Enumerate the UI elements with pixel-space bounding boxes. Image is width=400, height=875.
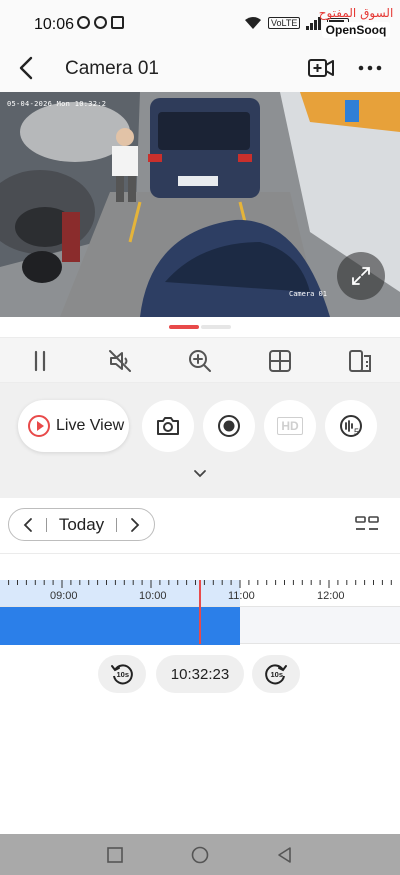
live-view-button[interactable]: Live View: [18, 400, 129, 452]
date-selector: Today: [8, 508, 155, 541]
screen-switch-icon[interactable]: [347, 348, 373, 374]
osd-timestamp: 05-04-2026 Mon 10:32:2: [7, 100, 107, 108]
page-title: Camera 01: [65, 58, 159, 79]
more-dots-icon[interactable]: [356, 58, 384, 78]
whatsapp-icon: [94, 16, 107, 29]
watermark-brand: OpenSooq: [321, 22, 391, 38]
recents-square-icon[interactable]: [105, 845, 125, 865]
svg-text:5: 5: [354, 427, 359, 437]
status-time: 10:06: [34, 16, 75, 33]
recording-segment: [0, 607, 240, 645]
page-indicator-inactive: [201, 325, 231, 329]
skip-back-label: 10s: [117, 670, 130, 679]
skip-forward-label: 10s: [271, 670, 284, 679]
chevron-left-icon[interactable]: [21, 517, 35, 533]
grid-icon[interactable]: [267, 348, 293, 374]
expand-arrows-icon: [352, 267, 370, 285]
forward-10s-icon: 10s: [265, 664, 287, 685]
fullscreen-button[interactable]: [337, 252, 385, 300]
camera-video-feed[interactable]: 05-04-2026 Mon 10:32:2 Camera 01: [0, 92, 400, 317]
tiktok-icon: [111, 16, 124, 29]
system-nav-bar: [0, 834, 400, 875]
chevron-down-icon[interactable]: [192, 468, 208, 480]
home-circle-icon[interactable]: [190, 845, 210, 865]
video-camera-add-icon[interactable]: [306, 54, 336, 82]
timeline-label: 09:00: [50, 590, 78, 602]
camera-icon: [157, 417, 179, 435]
playback-control-bar: [0, 337, 400, 383]
timeline-label: 10:00: [139, 590, 167, 602]
play-circle-icon: [28, 415, 50, 437]
timeline-label: 11:00: [228, 590, 255, 602]
record-icon: [218, 415, 240, 437]
current-time: 10:32:23: [156, 655, 244, 693]
live-view-label: Live View: [56, 417, 125, 434]
volte-badge: VoLTE: [268, 17, 301, 29]
record-button[interactable]: [203, 400, 255, 452]
skip-back-button[interactable]: 10s: [98, 655, 146, 693]
page-indicator-active: [169, 325, 199, 329]
pause-icon[interactable]: [27, 348, 53, 374]
layout-toggle-icon[interactable]: [354, 515, 380, 533]
opensooq-watermark: السوق المفتوح OpenSooq: [318, 6, 394, 39]
status-bar: 10:06 VoLTE السوق المفتوح OpenSooq: [0, 0, 400, 44]
sound-5-icon: 5: [340, 415, 362, 437]
hd-button[interactable]: HD: [264, 400, 316, 452]
back-arrow-icon[interactable]: [14, 54, 40, 82]
playback-timeline[interactable]: 09:00 10:00 11:00 12:00: [0, 580, 400, 645]
divider: [115, 517, 117, 532]
app-header: Camera 01: [0, 44, 400, 92]
skip-forward-button[interactable]: 10s: [252, 655, 300, 693]
mode-selector: Live View HD 5: [0, 383, 400, 498]
mute-icon[interactable]: [107, 348, 133, 374]
playback-panel: Today 09:00 10:00 11:00 12:00 10s 10:32:…: [0, 498, 400, 834]
osd-camera-name: Camera 01: [289, 290, 327, 298]
notification-icons: [77, 16, 124, 29]
snapshot-button[interactable]: [142, 400, 194, 452]
zoom-in-icon[interactable]: [187, 348, 213, 374]
date-label[interactable]: Today: [59, 515, 104, 535]
rewind-10s-icon: 10s: [111, 664, 133, 685]
sound-button[interactable]: 5: [325, 400, 377, 452]
hd-icon: HD: [277, 417, 303, 435]
wifi-icon: [245, 17, 261, 29]
chevron-right-icon[interactable]: [128, 517, 142, 533]
timeline-cursor[interactable]: [199, 580, 201, 644]
back-triangle-icon[interactable]: [275, 845, 295, 865]
page-indicator: [169, 325, 231, 329]
watermark-arabic: السوق المفتوح: [318, 6, 394, 20]
timeline-label: 12:00: [317, 590, 345, 602]
divider: [0, 553, 400, 554]
divider: [46, 517, 48, 532]
location-icon: [77, 16, 90, 29]
